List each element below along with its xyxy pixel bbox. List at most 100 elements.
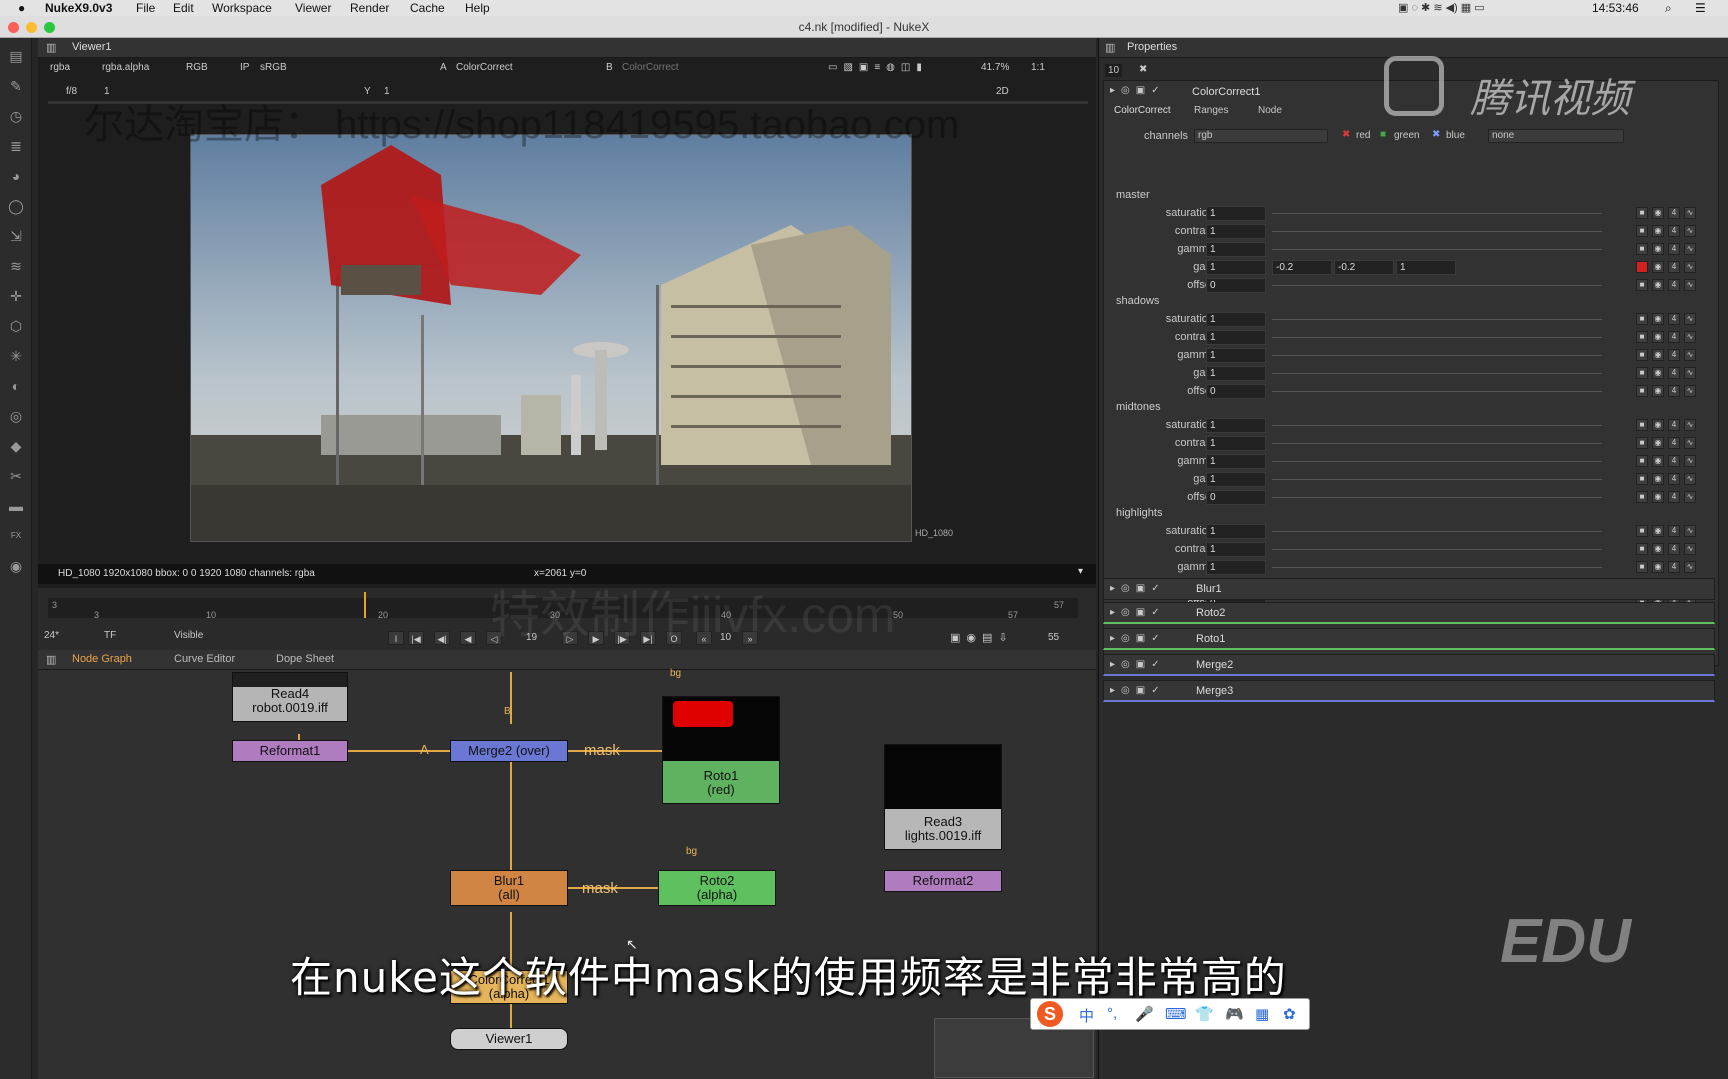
knob-slider[interactable] [1272, 231, 1602, 232]
red-checkbox[interactable]: ✖ [1342, 129, 1350, 140]
channel-split-button[interactable]: 4 [1668, 525, 1680, 537]
knob-value-field[interactable]: 1 [1206, 348, 1266, 363]
channel-split-button[interactable]: 4 [1668, 455, 1680, 467]
color-tool-icon[interactable]: ◕ [6, 166, 26, 186]
channel-split-button[interactable]: 4 [1668, 313, 1680, 325]
ime-tools-icon[interactable]: ✿ [1283, 1005, 1296, 1023]
apple-icon[interactable]: ● [18, 1, 25, 15]
playhead[interactable] [364, 592, 366, 618]
knob-slider[interactable] [1272, 337, 1602, 338]
channel-split-button[interactable]: 4 [1668, 419, 1680, 431]
knob-value-field[interactable]: 1 [1206, 454, 1266, 469]
channel-split-button[interactable]: 4 [1668, 437, 1680, 449]
tab-curve-editor[interactable]: Curve Editor [174, 653, 235, 665]
lut-dropdown[interactable]: sRGB [260, 62, 287, 73]
animation-menu-icon[interactable]: ∿ [1684, 561, 1696, 573]
color-wheel-icon[interactable]: ◉ [1652, 207, 1664, 219]
channels-dropdown[interactable]: rgba [50, 62, 70, 73]
animation-menu-icon[interactable]: ∿ [1684, 367, 1696, 379]
knob-value-field[interactable]: 1 [1206, 418, 1266, 433]
info-dropdown-icon[interactable]: ▾ [1078, 566, 1083, 577]
animation-menu-icon[interactable]: ∿ [1684, 473, 1696, 485]
knob-slider[interactable] [1272, 479, 1602, 480]
node-panel-blur1[interactable]: ▸◎▣✓ Blur1 [1103, 578, 1715, 600]
color-picker-icon[interactable]: ■ [1636, 207, 1648, 219]
ime-voice-icon[interactable]: 🎤 [1135, 1005, 1154, 1023]
animation-menu-icon[interactable]: ∿ [1684, 349, 1696, 361]
tab-colorcorrect[interactable]: ColorCorrect [1114, 105, 1171, 116]
color-picker-icon[interactable]: ■ [1636, 419, 1648, 431]
color-picker-icon[interactable]: ■ [1636, 331, 1648, 343]
menu-edit[interactable]: Edit [173, 1, 194, 15]
channel-split-button[interactable]: 4 [1668, 225, 1680, 237]
animation-menu-icon[interactable]: ∿ [1684, 437, 1696, 449]
knob-channel-field-g[interactable]: -0.2 [1334, 260, 1394, 275]
knob-slider[interactable] [1272, 391, 1602, 392]
menu-file[interactable]: File [136, 1, 155, 15]
knob-slider[interactable] [1272, 355, 1602, 356]
node-viewer1[interactable]: Viewer1 [450, 1028, 568, 1050]
color-wheel-icon[interactable]: ◉ [1652, 525, 1664, 537]
color-picker-icon[interactable]: ■ [1636, 385, 1648, 397]
node-reformat2[interactable]: Reformat2 [884, 870, 1002, 892]
channel-split-button[interactable]: 4 [1668, 261, 1680, 273]
panel-header-icons[interactable]: ▸◎▣✓ [1110, 659, 1166, 670]
node-roto1[interactable]: Roto1 (red) [662, 696, 780, 804]
color-picker-icon[interactable]: ■ [1636, 367, 1648, 379]
animation-menu-icon[interactable]: ∿ [1684, 455, 1696, 467]
filter-tool-icon[interactable]: ◯ [6, 196, 26, 216]
animation-menu-icon[interactable]: ∿ [1684, 331, 1696, 343]
knob-slider[interactable] [1272, 567, 1602, 568]
color-wheel-icon[interactable]: ◉ [1652, 385, 1664, 397]
knob-slider[interactable] [1272, 549, 1602, 550]
fps-dropdown[interactable]: 24* [44, 630, 59, 641]
panel-header-icons[interactable]: ▸◎▣✓ [1110, 633, 1166, 644]
furnace-tool-icon[interactable]: FX [6, 526, 26, 546]
animation-menu-icon[interactable]: ∿ [1684, 543, 1696, 555]
list-icon[interactable]: ☰ [1695, 1, 1706, 15]
max-panels-field[interactable]: 10 [1105, 64, 1123, 77]
node-merge2[interactable]: Merge2 (over) [450, 740, 568, 762]
metadata-tool-icon[interactable]: ◆ [6, 436, 26, 456]
knob-slider[interactable] [1272, 319, 1602, 320]
color-wheel-icon[interactable]: ◉ [1652, 455, 1664, 467]
knob-channel-field-r[interactable]: -0.2 [1272, 260, 1332, 275]
particles-tool-icon[interactable]: ✳ [6, 346, 26, 366]
channel-split-button[interactable]: 4 [1668, 561, 1680, 573]
group-header-midtones[interactable]: midtones [1116, 401, 1161, 413]
channel-split-button[interactable]: 4 [1668, 279, 1680, 291]
knob-slider[interactable] [1272, 249, 1602, 250]
mask-channel-dropdown[interactable]: none [1488, 129, 1624, 143]
group-header-highlights[interactable]: highlights [1116, 507, 1162, 519]
other-tool-icon[interactable]: ▬ [6, 496, 26, 516]
menu-viewer[interactable]: Viewer [295, 1, 331, 15]
tab-ranges[interactable]: Ranges [1194, 105, 1228, 116]
node-blur1[interactable]: Blur1 (all) [450, 870, 568, 906]
color-picker-icon[interactable]: ■ [1636, 491, 1648, 503]
input-b-dropdown[interactable]: ColorCorrect [622, 62, 679, 73]
panel-icon[interactable]: ▥ [46, 653, 56, 666]
panel-header-icons[interactable]: ▸◎▣✓ [1110, 583, 1166, 594]
knob-slider[interactable] [1272, 285, 1602, 286]
animation-menu-icon[interactable]: ∿ [1684, 491, 1696, 503]
settings-tool-icon[interactable]: ◉ [6, 556, 26, 576]
channel-split-button[interactable]: 4 [1668, 331, 1680, 343]
fstop-control[interactable]: f/8 [66, 86, 77, 97]
knob-slider[interactable] [1272, 443, 1602, 444]
tab-node-graph[interactable]: Node Graph [72, 653, 132, 665]
color-picker-icon[interactable]: ■ [1636, 279, 1648, 291]
knob-slider[interactable] [1272, 373, 1602, 374]
viewer-tool-icons[interactable]: ▭▧▣≡◍◫▮ [828, 62, 928, 73]
color-wheel-icon[interactable]: ◉ [1652, 279, 1664, 291]
color-wheel-icon[interactable]: ◉ [1652, 261, 1664, 273]
color-wheel-icon[interactable]: ◉ [1652, 437, 1664, 449]
node-panel-roto1[interactable]: ▸◎▣✓ Roto1 [1103, 628, 1715, 650]
node-graph-pane[interactable]: ▥ Node Graph Curve Editor Dope Sheet A B… [38, 650, 1096, 1079]
toolsets-tool-icon[interactable]: ✂ [6, 466, 26, 486]
animation-menu-icon[interactable]: ∿ [1684, 385, 1696, 397]
end-frame-field[interactable]: 55 [1048, 632, 1059, 643]
alpha-dropdown[interactable]: rgba.alpha [102, 62, 149, 73]
knob-value-field[interactable]: 1 [1206, 330, 1266, 345]
knob-value-field[interactable]: 1 [1206, 560, 1266, 575]
ip-button[interactable]: IP [240, 62, 249, 73]
